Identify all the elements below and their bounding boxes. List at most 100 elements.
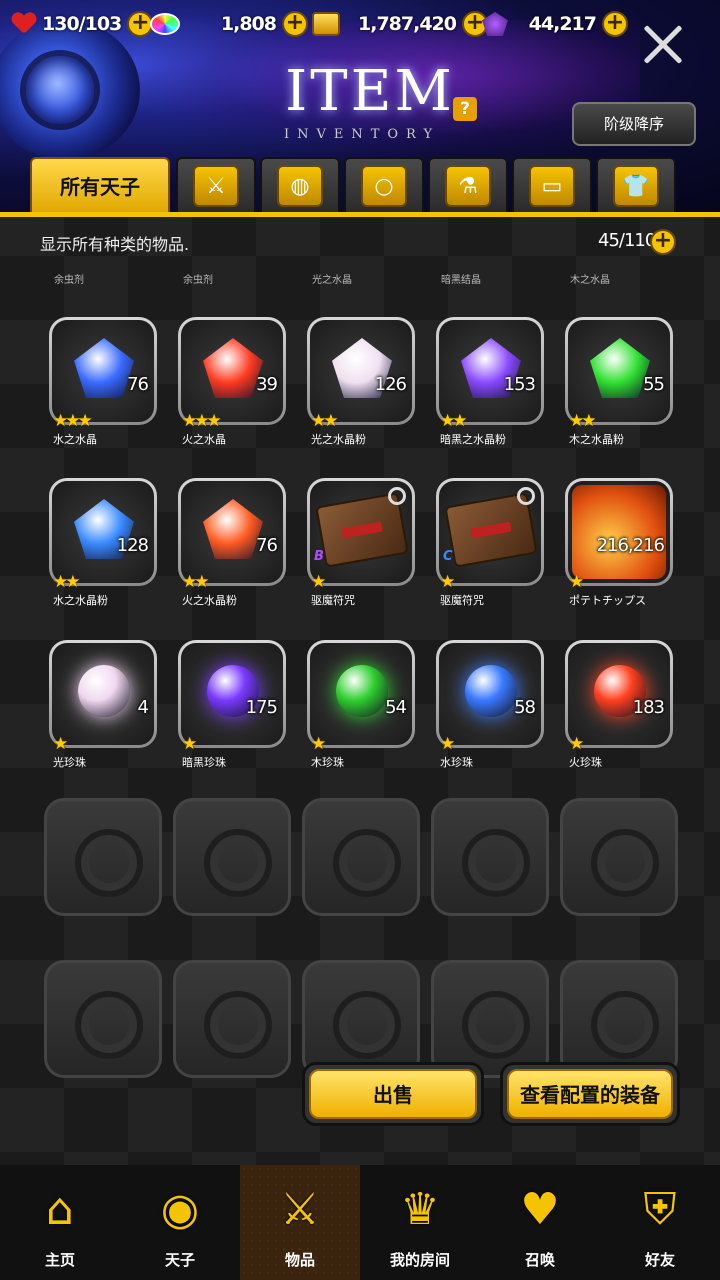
item-name: 水之水晶粉 bbox=[53, 594, 108, 607]
expand-inventory-plus-icon[interactable]: + bbox=[650, 229, 676, 255]
sword-icon: ⚔ bbox=[193, 165, 239, 207]
shield-icon: ◍ bbox=[277, 165, 323, 207]
item-slot[interactable]: 128 ★★ 水之水晶粉 bbox=[49, 478, 157, 607]
tab-armor[interactable]: ◍ bbox=[260, 157, 340, 213]
gold-resource: 1,787,420 + bbox=[312, 8, 488, 40]
bottom-nav: ⌂ 主页 ◉ 天子 ⚔ 物品 ♛ 我的房间 ♥ 召唤 ⛨ 好友 bbox=[0, 1165, 720, 1280]
item-quantity: 183 bbox=[632, 697, 665, 718]
nav-home[interactable]: ⌂ 主页 bbox=[0, 1165, 120, 1280]
pearl-icon bbox=[465, 665, 517, 717]
help-icon[interactable]: ? bbox=[453, 97, 477, 121]
item-slot[interactable]: 39 ★★★ 火之水晶 bbox=[178, 317, 286, 446]
item-frame: 153 bbox=[436, 317, 544, 425]
card-icon: ▭ bbox=[529, 165, 575, 207]
item-slot[interactable]: 54 ★ 木珍珠 bbox=[307, 640, 415, 769]
item-slot[interactable]: 153 ★★ 暗黑之水晶粉 bbox=[436, 317, 544, 446]
item-frame-inner: 153 bbox=[439, 320, 541, 422]
nav-shield[interactable]: ⛨ 好友 bbox=[600, 1165, 720, 1280]
empty-slot[interactable] bbox=[44, 798, 162, 916]
item-name: 驱魔符咒 bbox=[440, 594, 484, 607]
potion-icon: ⚗ bbox=[445, 165, 491, 207]
empty-slot[interactable] bbox=[302, 798, 420, 916]
empty-slot[interactable] bbox=[560, 798, 678, 916]
tab-weapon[interactable]: ⚔ bbox=[176, 157, 256, 213]
hp-max: /103 bbox=[78, 13, 123, 35]
item-slot[interactable]: 126 ★★ 光之水晶粉 bbox=[307, 317, 415, 446]
item-name: 暗黑之水晶粉 bbox=[440, 433, 506, 446]
shirt-icon: 👕 bbox=[613, 165, 659, 207]
item-slot[interactable]: 183 ★ 火珍珠 bbox=[565, 640, 673, 769]
item-slot[interactable]: 55 ★★ 木之水晶粉 bbox=[565, 317, 673, 446]
item-quantity: 4 bbox=[137, 697, 149, 718]
soul-gem-icon bbox=[482, 12, 508, 36]
item-slot[interactable]: 58 ★ 水珍珠 bbox=[436, 640, 544, 769]
sell-button[interactable]: 出售 bbox=[302, 1062, 484, 1126]
gem-icon bbox=[150, 13, 180, 35]
tab-potion[interactable]: ⚗ bbox=[428, 157, 508, 213]
nav-flame[interactable]: ◉ 天子 bbox=[120, 1165, 240, 1280]
empty-slot[interactable] bbox=[44, 960, 162, 1078]
home-icon: ⌂ bbox=[46, 1183, 74, 1235]
gem-resource: 1,808 + bbox=[150, 8, 308, 40]
star-rating: ★ bbox=[569, 572, 584, 592]
item-frame: 76 bbox=[178, 478, 286, 586]
nav-sword-shield[interactable]: ⚔ 物品 bbox=[240, 1165, 360, 1280]
empty-slot[interactable] bbox=[173, 798, 291, 916]
item-frame: 216,216 bbox=[565, 478, 673, 586]
tab-costume[interactable]: 👕 bbox=[596, 157, 676, 213]
close-icon[interactable] bbox=[640, 22, 686, 68]
nav-potion[interactable]: ♥ 召唤 bbox=[480, 1165, 600, 1280]
empty-slot[interactable] bbox=[560, 960, 678, 1078]
item-slot[interactable]: 216,216 ★ ポテトチップス bbox=[565, 478, 673, 607]
nav-label: 主页 bbox=[44, 1251, 75, 1269]
star-rating: ★ bbox=[53, 734, 68, 754]
item-slot[interactable]: B ★ 驱魔符咒 bbox=[307, 478, 415, 607]
view-equipped-button[interactable]: 查看配置的装备 bbox=[500, 1062, 680, 1126]
crystal-icon bbox=[590, 338, 650, 398]
item-frame: 183 bbox=[565, 640, 673, 748]
item-frame-inner: 183 bbox=[568, 643, 670, 745]
item-name: 光之水晶粉 bbox=[311, 433, 366, 446]
sort-button[interactable]: 阶级降序 bbox=[572, 102, 696, 146]
refresh-icon bbox=[388, 487, 406, 505]
item-slot[interactable]: C ★ 驱魔符咒 bbox=[436, 478, 544, 607]
item-frame: 58 bbox=[436, 640, 544, 748]
empty-slot[interactable] bbox=[173, 960, 291, 1078]
item-frame: 55 bbox=[565, 317, 673, 425]
item-name: 木之水晶粉 bbox=[569, 433, 624, 446]
soul-plus-icon[interactable]: + bbox=[602, 11, 628, 37]
sell-button-label: 出售 bbox=[309, 1069, 477, 1119]
item-slot[interactable]: 175 ★ 暗黑珍珠 bbox=[178, 640, 286, 769]
star-rating: ★★ bbox=[53, 572, 81, 592]
category-label: 光之水晶 bbox=[312, 275, 352, 286]
pearl-icon bbox=[78, 665, 130, 717]
tab-all[interactable]: 所有天子 bbox=[30, 157, 170, 213]
item-slot[interactable]: 76 ★★ 火之水晶粉 bbox=[178, 478, 286, 607]
tab-card[interactable]: ▭ bbox=[512, 157, 592, 213]
refresh-icon bbox=[517, 487, 535, 505]
item-quantity: 76 bbox=[127, 374, 149, 395]
empty-slot[interactable] bbox=[302, 960, 420, 1078]
category-tabs: 所有天子 ⚔ ◍ ○ ⚗ ▭ 👕 bbox=[0, 157, 720, 215]
item-slot[interactable]: 4 ★ 光珍珠 bbox=[49, 640, 157, 769]
tab-accessory[interactable]: ○ bbox=[344, 157, 424, 213]
star-rating: ★ bbox=[569, 734, 584, 754]
star-rating: ★ bbox=[182, 734, 197, 754]
grade-badge: C bbox=[443, 549, 453, 564]
inventory-count: 45/110 bbox=[598, 230, 656, 251]
gem-plus-icon[interactable]: + bbox=[282, 11, 308, 37]
page-title: ITEM bbox=[285, 59, 455, 124]
potion-icon: ♥ bbox=[520, 1183, 560, 1235]
nav-crown[interactable]: ♛ 我的房间 bbox=[360, 1165, 480, 1280]
item-name: 水珍珠 bbox=[440, 756, 473, 769]
item-quantity: 58 bbox=[514, 697, 536, 718]
category-label: 余虫剂 bbox=[183, 275, 213, 286]
coin-icon bbox=[312, 12, 340, 36]
empty-slot[interactable] bbox=[431, 960, 549, 1078]
crystal-icon bbox=[203, 338, 263, 398]
filter-description: 显示所有种类的物品. bbox=[40, 235, 190, 254]
nav-label: 好友 bbox=[644, 1251, 675, 1269]
item-slot[interactable]: 76 ★★★ 水之水晶 bbox=[49, 317, 157, 446]
item-frame-inner: 4 bbox=[52, 643, 154, 745]
empty-slot[interactable] bbox=[431, 798, 549, 916]
